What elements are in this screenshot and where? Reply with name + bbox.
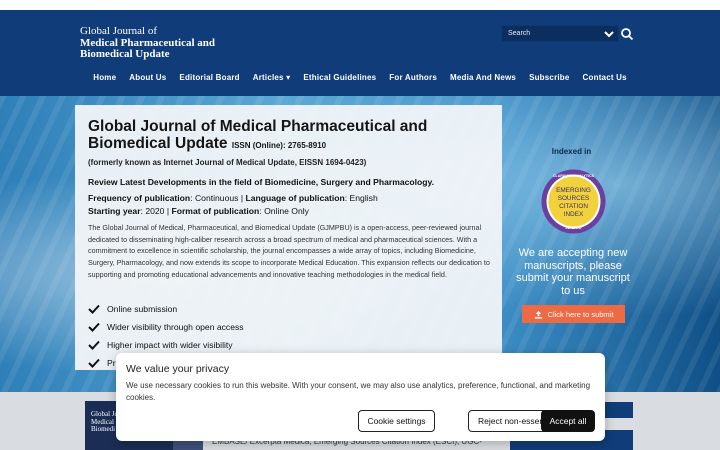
feature-label: Pr xyxy=(107,358,116,368)
top-strip xyxy=(0,0,720,10)
start-value: : 2020 | xyxy=(140,206,172,216)
cover-line-3: Biomedi xyxy=(91,425,116,434)
badge-line-4: INDEX xyxy=(564,211,584,218)
nav-subscribe[interactable]: Subscribe xyxy=(523,73,576,82)
cookie-text: We use necessary cookies to run this web… xyxy=(126,381,591,403)
journal-logo[interactable]: Global Journal of Medical Pharmaceutical… xyxy=(80,25,215,61)
search-icon[interactable] xyxy=(620,26,634,42)
nav-for-authors[interactable]: For Authors xyxy=(383,73,444,82)
badge-line-1: EMERGING xyxy=(556,187,591,194)
page-title: Global Journal of Medical Pharmaceutical… xyxy=(88,118,488,152)
upload-icon xyxy=(534,310,542,319)
cover-text: Global Jo Medical Biomedi xyxy=(91,410,118,434)
badge-line-3: CITATION xyxy=(559,203,588,210)
cookie-consent-dialog: We value your privacy We use necessary c… xyxy=(116,353,605,441)
nav-media-and-news[interactable]: Media And News xyxy=(443,73,522,82)
check-icon xyxy=(88,358,100,368)
cookie-title: We value your privacy xyxy=(126,363,230,375)
submit-label: Click here to submit xyxy=(547,309,614,319)
search-input[interactable]: Search xyxy=(501,25,619,42)
cookie-settings-button[interactable]: Cookie settings xyxy=(358,410,435,432)
nav-articles[interactable]: Articles ▾ xyxy=(246,73,297,82)
lang-value: : English xyxy=(344,193,378,203)
freq-label: Frequency of publication xyxy=(88,193,191,203)
list-item: Higher impact with wider visibility xyxy=(88,336,488,354)
esci-badge-icon[interactable]: CLARIVATE ANALYTICS EMERGING SOURCES CIT… xyxy=(540,168,607,235)
nav-about-us[interactable]: About Us xyxy=(123,73,173,82)
check-icon xyxy=(88,304,100,314)
feature-label: Online submission xyxy=(107,304,178,314)
feature-label: Higher impact with wider visibility xyxy=(107,340,233,350)
feature-label: Wider visibility through open access xyxy=(107,322,244,332)
accept-all-button[interactable]: Accept all xyxy=(541,410,595,432)
lang-label: Language of publication xyxy=(245,193,345,203)
badge-line-2: SOURCES xyxy=(558,195,590,202)
check-icon xyxy=(88,322,100,332)
formerly-known-as: (formerly known as Internet Journal of M… xyxy=(88,158,367,167)
indexed-in-label: Indexed in xyxy=(551,147,592,156)
list-item: Online submission xyxy=(88,300,488,318)
start-label: Starting year xyxy=(88,206,141,216)
list-item: Wider visibility through open access xyxy=(88,318,488,336)
logo-line-3: Biomedical Update xyxy=(80,48,170,61)
logo-line-1: Global Journal of xyxy=(80,25,157,37)
badge-bottom-text: INDEXED xyxy=(566,226,582,230)
badge-top-text: CLARIVATE ANALYTICS xyxy=(553,174,595,178)
format-label: Format of publication xyxy=(171,206,260,216)
journal-description: The Global Journal of Medical, Pharmaceu… xyxy=(88,223,490,279)
nav-home[interactable]: Home xyxy=(87,73,123,82)
format-value: : Online Only xyxy=(259,206,309,216)
check-icon xyxy=(88,340,100,350)
main-nav: Home About Us Editorial Board Articles ▾… xyxy=(0,73,720,82)
submit-manuscript-button[interactable]: Click here to submit xyxy=(522,305,625,323)
issn-text: ISSN (Online): 2765-8910 xyxy=(231,141,327,151)
accepting-manuscripts-text: We are accepting new manuscripts, please… xyxy=(516,247,630,297)
nav-editorial-board[interactable]: Editorial Board xyxy=(173,73,246,82)
freq-value: : Continuous | xyxy=(190,193,246,203)
nav-ethical-guidelines[interactable]: Ethical Guidelines xyxy=(297,73,383,82)
site-header: Global Journal of Medical Pharmaceutical… xyxy=(0,10,720,96)
starting-year-line: Starting year: 2020 | Format of publicat… xyxy=(88,206,309,216)
chevron-down-icon[interactable] xyxy=(603,26,615,42)
nav-contact-us[interactable]: Contact Us xyxy=(576,73,633,82)
frequency-line: Frequency of publication: Continuous | L… xyxy=(88,193,378,203)
review-tagline: Review Latest Developments in the field … xyxy=(88,177,435,187)
